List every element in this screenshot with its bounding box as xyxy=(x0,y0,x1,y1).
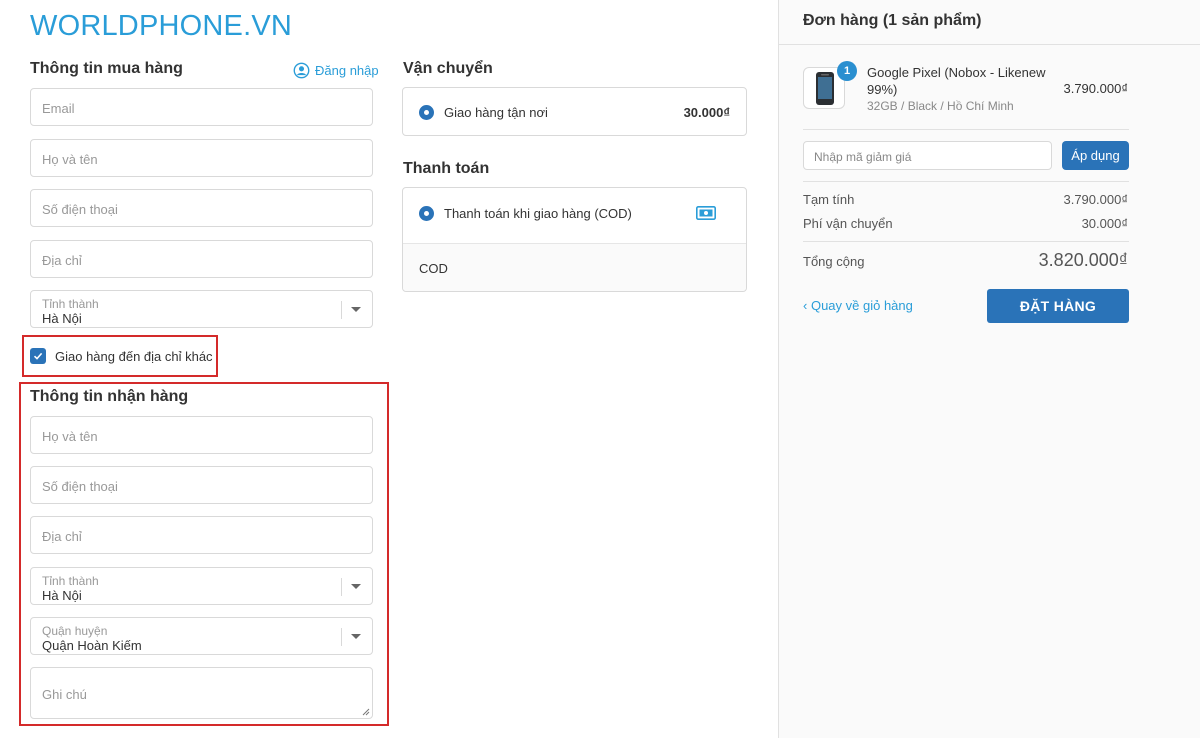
back-to-cart-link[interactable]: ‹ Quay về giỏ hàng xyxy=(803,298,913,313)
shipping-option-price: 30.000₫ xyxy=(683,105,730,120)
highlight-box-receiver xyxy=(19,382,389,726)
buyer-info-title: Thông tin mua hàng xyxy=(30,60,183,77)
buyer-name-placeholder: Họ và tên xyxy=(42,152,98,167)
subtotal-label: Tạm tính xyxy=(803,192,855,207)
discount-placeholder: Nhập mã giảm giá xyxy=(814,150,912,164)
email-placeholder: Email xyxy=(42,101,75,116)
email-input[interactable]: Email xyxy=(30,88,373,126)
shipping-fee-label: Phí vận chuyển xyxy=(803,216,893,231)
chevron-left-icon: ‹ xyxy=(803,298,811,313)
shipping-title: Vận chuyển xyxy=(403,60,493,77)
product-name: Google Pixel (Nobox - Likenew 99%) xyxy=(867,65,1046,97)
apply-discount-button[interactable]: Áp dụng xyxy=(1062,141,1129,170)
divider xyxy=(803,241,1129,242)
buyer-province-label: Tỉnh thành xyxy=(42,297,99,311)
shipping-option-card[interactable]: Giao hàng tận nơi 30.000₫ xyxy=(402,87,747,136)
total-label: Tổng cộng xyxy=(803,254,865,269)
payment-detail-panel: COD xyxy=(403,243,746,291)
site-logo[interactable]: WORLDPHONE.VN xyxy=(30,10,292,43)
checkout-main: WORLDPHONE.VN Thông tin mua hàng Đăng nh… xyxy=(0,0,778,738)
chevron-down-icon xyxy=(351,307,361,312)
highlight-box-checkbox xyxy=(22,335,218,377)
discount-code-input[interactable]: Nhập mã giảm giá xyxy=(803,141,1052,170)
buyer-phone-input[interactable]: Số điện thoại xyxy=(30,189,373,227)
radio-selected[interactable] xyxy=(419,206,434,221)
product-variant: 32GB / Black / Hồ Chí Minh xyxy=(867,99,1014,113)
login-link[interactable]: Đăng nhập xyxy=(293,62,379,79)
buyer-phone-placeholder: Số điện thoại xyxy=(42,202,118,217)
payment-title: Thanh toán xyxy=(403,160,490,177)
place-order-button[interactable]: ĐẶT HÀNG xyxy=(987,289,1129,323)
product-price: 3.790.000₫ xyxy=(1063,81,1128,96)
buyer-province-select[interactable]: Tỉnh thành Hà Nội xyxy=(30,290,373,328)
quantity-badge: 1 xyxy=(837,61,857,81)
login-label: Đăng nhập xyxy=(315,63,379,78)
order-summary-title: Đơn hàng (1 sản phẩm) xyxy=(803,12,982,29)
buyer-address-input[interactable]: Địa chỉ xyxy=(30,240,373,278)
user-circle-icon xyxy=(293,62,310,79)
total-value: 3.820.000₫ xyxy=(1038,250,1128,270)
divider xyxy=(803,129,1129,130)
payment-option-card[interactable]: Thanh toán khi giao hàng (COD) COD xyxy=(402,187,747,292)
buyer-province-value: Hà Nội xyxy=(42,311,82,326)
select-divider xyxy=(341,301,342,319)
payment-option-label: Thanh toán khi giao hàng (COD) xyxy=(444,206,632,221)
radio-selected[interactable] xyxy=(419,105,434,120)
shipping-option-label: Giao hàng tận nơi xyxy=(444,105,548,120)
subtotal-value: 3.790.000₫ xyxy=(1063,192,1128,207)
order-summary-header: Đơn hàng (1 sản phẩm) xyxy=(779,0,1200,45)
buyer-address-placeholder: Địa chỉ xyxy=(42,253,82,268)
buyer-name-input[interactable]: Họ và tên xyxy=(30,139,373,177)
shipping-fee-value: 30.000₫ xyxy=(1081,216,1128,231)
cash-icon xyxy=(696,206,716,220)
order-summary-sidebar: Đơn hàng (1 sản phẩm) 1 Google Pixel (No… xyxy=(778,0,1200,738)
divider xyxy=(803,181,1129,182)
payment-detail-text: COD xyxy=(419,261,448,276)
back-to-cart-label: Quay về giỏ hàng xyxy=(810,298,913,313)
